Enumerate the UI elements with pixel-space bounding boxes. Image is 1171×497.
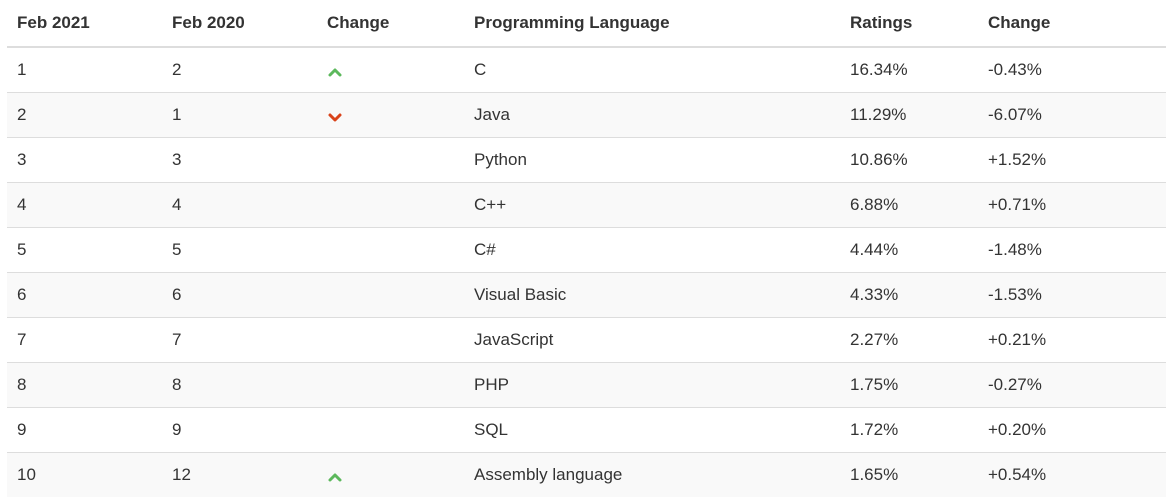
trend-cell: [317, 47, 464, 93]
rank-2021-cell: 6: [7, 273, 162, 318]
rank-2020-cell: 5: [162, 228, 317, 273]
rating-cell: 11.29%: [840, 93, 978, 138]
rating-cell: 1.72%: [840, 408, 978, 453]
rating-change-cell: -1.48%: [978, 228, 1166, 273]
rank-2020-cell: 12: [162, 453, 317, 497]
trend-cell: [317, 138, 464, 183]
rating-cell: 4.33%: [840, 273, 978, 318]
chevron-up-icon: [327, 64, 343, 80]
rank-2020-cell: 2: [162, 47, 317, 93]
rating-cell: 16.34%: [840, 47, 978, 93]
rating-change-cell: +1.52%: [978, 138, 1166, 183]
rank-2021-cell: 9: [7, 408, 162, 453]
rating-cell: 1.75%: [840, 363, 978, 408]
rank-2021-cell: 4: [7, 183, 162, 228]
trend-cell: [317, 228, 464, 273]
table-header: Feb 2021 Feb 2020 Change Programming Lan…: [7, 0, 1166, 47]
rating-change-cell: +0.20%: [978, 408, 1166, 453]
header-ratings: Ratings: [840, 0, 978, 47]
table-row: 44 C++6.88%+0.71%: [7, 183, 1166, 228]
trend-cell: [317, 453, 464, 497]
rating-change-cell: +0.71%: [978, 183, 1166, 228]
language-cell: SQL: [464, 408, 840, 453]
table-row: 12 C16.34%-0.43%: [7, 47, 1166, 93]
rank-2021-cell: 5: [7, 228, 162, 273]
rank-2021-cell: 1: [7, 47, 162, 93]
table-body: 12 C16.34%-0.43% 21 Java11.29%-6.07% 33 Pytho…: [7, 47, 1166, 497]
language-cell: Python: [464, 138, 840, 183]
table-row: 33 Python10.86%+1.52%: [7, 138, 1166, 183]
trend-cell: [317, 183, 464, 228]
header-programming-language: Programming Language: [464, 0, 840, 47]
header-feb-2021: Feb 2021: [7, 0, 162, 47]
rank-2020-cell: 6: [162, 273, 317, 318]
rating-change-cell: +0.54%: [978, 453, 1166, 497]
table-row: 99 SQL1.72%+0.20%: [7, 408, 1166, 453]
language-cell: C++: [464, 183, 840, 228]
language-cell: C#: [464, 228, 840, 273]
trend-cell: [317, 318, 464, 363]
chevron-down-icon: [327, 109, 343, 125]
table-row: 77 JavaScript2.27%+0.21%: [7, 318, 1166, 363]
table-row: 88 PHP1.75%-0.27%: [7, 363, 1166, 408]
chevron-up-icon: [327, 469, 343, 485]
rank-2021-cell: 10: [7, 453, 162, 497]
rank-2020-cell: 9: [162, 408, 317, 453]
header-rating-change: Change: [978, 0, 1166, 47]
rating-change-cell: -0.43%: [978, 47, 1166, 93]
rank-2021-cell: 3: [7, 138, 162, 183]
rank-2020-cell: 3: [162, 138, 317, 183]
language-cell: Java: [464, 93, 840, 138]
rating-change-cell: -0.27%: [978, 363, 1166, 408]
table-row: 21 Java11.29%-6.07%: [7, 93, 1166, 138]
rank-2020-cell: 8: [162, 363, 317, 408]
table-row: 1012 Assembly language1.65%+0.54%: [7, 453, 1166, 497]
language-cell: PHP: [464, 363, 840, 408]
rank-2020-cell: 7: [162, 318, 317, 363]
rating-cell: 6.88%: [840, 183, 978, 228]
rank-2020-cell: 4: [162, 183, 317, 228]
table-row: 66 Visual Basic4.33%-1.53%: [7, 273, 1166, 318]
header-feb-2020: Feb 2020: [162, 0, 317, 47]
rating-change-cell: -1.53%: [978, 273, 1166, 318]
header-rank-change: Change: [317, 0, 464, 47]
trend-cell: [317, 93, 464, 138]
rank-2021-cell: 7: [7, 318, 162, 363]
ranking-table-container: Feb 2021 Feb 2020 Change Programming Lan…: [7, 0, 1166, 497]
header-row: Feb 2021 Feb 2020 Change Programming Lan…: [7, 0, 1166, 47]
ranking-table: Feb 2021 Feb 2020 Change Programming Lan…: [7, 0, 1166, 497]
rating-cell: 4.44%: [840, 228, 978, 273]
language-cell: Visual Basic: [464, 273, 840, 318]
rating-cell: 10.86%: [840, 138, 978, 183]
rank-2021-cell: 2: [7, 93, 162, 138]
trend-cell: [317, 273, 464, 318]
rank-2021-cell: 8: [7, 363, 162, 408]
trend-cell: [317, 408, 464, 453]
rating-change-cell: -6.07%: [978, 93, 1166, 138]
rating-cell: 1.65%: [840, 453, 978, 497]
rank-2020-cell: 1: [162, 93, 317, 138]
rating-change-cell: +0.21%: [978, 318, 1166, 363]
rating-cell: 2.27%: [840, 318, 978, 363]
table-row: 55 C#4.44%-1.48%: [7, 228, 1166, 273]
trend-cell: [317, 363, 464, 408]
language-cell: JavaScript: [464, 318, 840, 363]
language-cell: Assembly language: [464, 453, 840, 497]
language-cell: C: [464, 47, 840, 93]
